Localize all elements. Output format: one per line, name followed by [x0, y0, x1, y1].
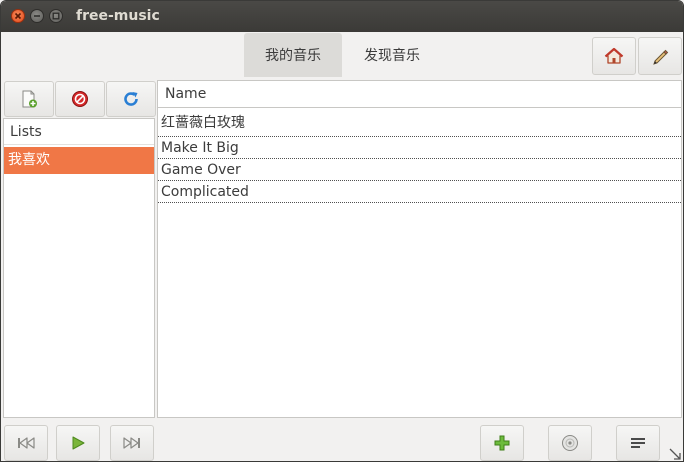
previous-icon — [18, 437, 35, 449]
edit-button[interactable] — [638, 37, 682, 75]
add-song-button[interactable] — [480, 425, 524, 461]
resize-grip-icon[interactable] — [668, 447, 682, 461]
table-row[interactable]: Make It Big — [158, 138, 681, 159]
next-icon — [123, 437, 140, 449]
delete-icon — [72, 91, 88, 107]
tab-my-music[interactable]: 我的音乐 — [244, 33, 342, 77]
table-row[interactable]: Game Over — [158, 160, 681, 181]
app-window: free-music 我的音乐 发现音乐 Lists 我喜欢 Name 红蔷薇白… — [0, 0, 684, 462]
minimize-window-button[interactable] — [30, 9, 44, 23]
table-row[interactable]: Complicated — [158, 182, 681, 203]
delete-list-button[interactable] — [55, 81, 105, 117]
close-icon — [14, 12, 22, 20]
disc-icon — [562, 435, 578, 451]
column-header-name[interactable]: Name — [158, 81, 681, 108]
play-icon — [72, 436, 85, 450]
tab-discover-music[interactable]: 发现音乐 — [343, 33, 441, 77]
playlist-menu-button[interactable] — [616, 425, 660, 461]
lists-header: Lists — [4, 119, 154, 145]
list-item-favorites[interactable]: 我喜欢 — [4, 147, 154, 174]
minimize-icon — [34, 15, 40, 17]
play-button[interactable] — [56, 425, 100, 461]
new-document-icon — [22, 90, 37, 108]
close-window-button[interactable] — [11, 9, 25, 23]
window-title: free-music — [76, 8, 160, 24]
previous-button[interactable] — [4, 425, 48, 461]
next-button[interactable] — [110, 425, 154, 461]
refresh-list-button[interactable] — [106, 81, 156, 117]
add-list-button[interactable] — [4, 81, 54, 117]
home-icon — [604, 47, 624, 64]
maximize-icon — [52, 12, 60, 20]
song-table: Name 红蔷薇白玫瑰 Make It Big Game Over Compli… — [157, 80, 682, 418]
refresh-icon — [124, 92, 138, 106]
playlist-sidebar: Lists 我喜欢 — [3, 118, 155, 418]
title-bar: free-music — [1, 1, 683, 32]
disc-button[interactable] — [548, 425, 592, 461]
add-icon — [494, 435, 510, 451]
maximize-window-button[interactable] — [49, 9, 63, 23]
table-row[interactable]: 红蔷薇白玫瑰 — [158, 110, 681, 137]
menu-lines-icon — [631, 438, 645, 448]
pencil-icon — [653, 49, 669, 65]
home-button[interactable] — [592, 37, 636, 75]
